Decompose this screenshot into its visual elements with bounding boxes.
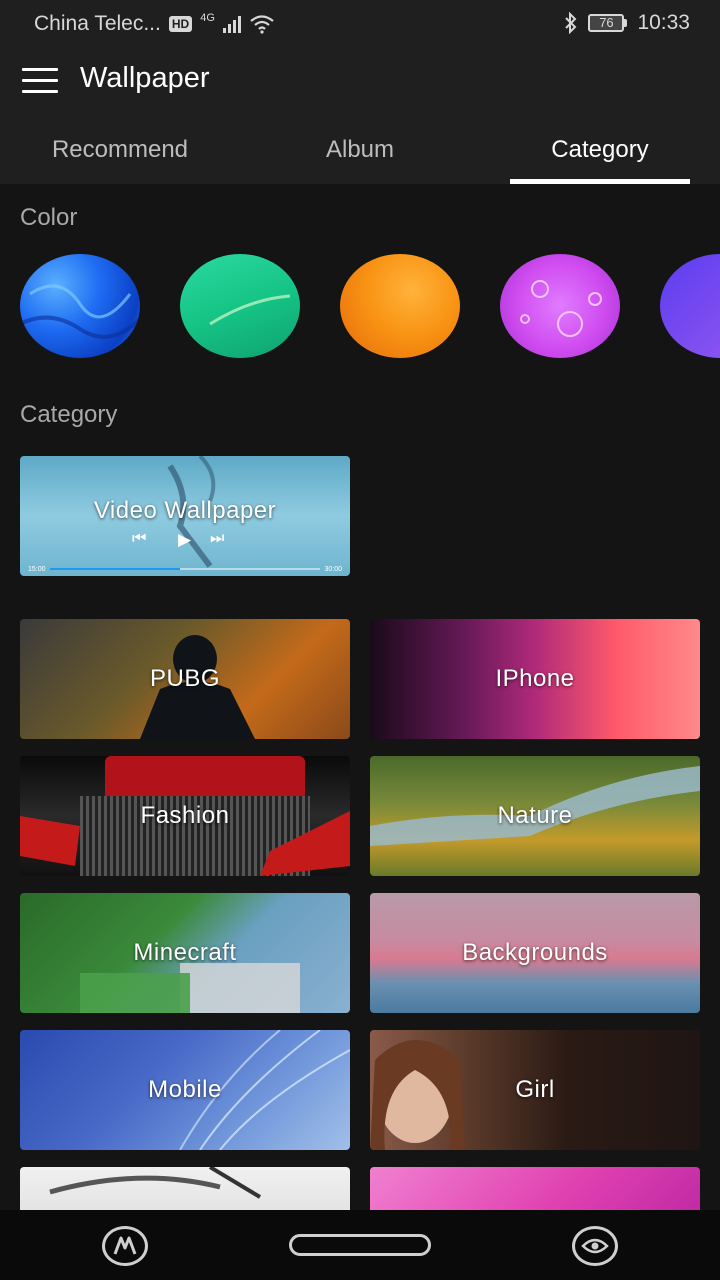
app-bar: Wallpaper Recommend Album Category (0, 48, 720, 184)
tile-label: Nature (497, 802, 573, 829)
time-start: 15:00 (28, 566, 46, 573)
wifi-icon (250, 15, 274, 34)
status-left: China Telec... HD 4G (34, 12, 275, 36)
color-swatch-orange[interactable] (340, 254, 460, 358)
hd-badge: HD (168, 16, 193, 32)
eye-icon[interactable] (572, 1226, 618, 1266)
tile-label: Backgrounds (462, 939, 608, 966)
status-bar: China Telec... HD 4G 76 10:33 (0, 0, 720, 48)
app-title: Wallpaper (80, 62, 210, 94)
tile-label: Video Wallpaper (93, 497, 277, 524)
battery-icon: 76 (588, 14, 628, 32)
app-logo-icon[interactable] (102, 1226, 148, 1266)
tile-pubg[interactable]: PUBG (20, 619, 350, 739)
color-swatch-row (20, 254, 720, 360)
previous-icon: ⏮ (132, 530, 147, 547)
tile-nature[interactable]: Nature (370, 756, 700, 876)
tile-fashion[interactable]: Fashion (20, 756, 350, 876)
tile-label: Mobile (148, 1076, 222, 1103)
tile-label: Girl (515, 1076, 555, 1103)
home-button[interactable] (289, 1234, 431, 1256)
tile-label: Minecraft (133, 939, 237, 966)
color-swatch-magenta[interactable] (500, 254, 620, 358)
tile-backgrounds[interactable]: Backgrounds (370, 893, 700, 1013)
tab-bar: Recommend Album Category (0, 128, 720, 184)
tab-recommend[interactable]: Recommend (0, 128, 240, 184)
tile-video-wallpaper[interactable]: Video Wallpaper ⏮ ▶ ⏭ 15:00 30:00 (20, 456, 350, 576)
bluetooth-icon (565, 12, 577, 34)
tile-label: Fashion (140, 802, 230, 829)
play-icon: ▶ (178, 530, 192, 549)
tab-category[interactable]: Category (480, 128, 720, 184)
tile-minecraft[interactable]: Minecraft (20, 893, 350, 1013)
color-swatch-blue[interactable] (20, 254, 140, 358)
video-progress-fill (50, 568, 180, 570)
tile-label: PUBG (149, 665, 220, 692)
tile-girl[interactable]: Girl (370, 1030, 700, 1150)
tile-label: IPhone (495, 665, 575, 692)
carrier-name: China Telec... (34, 12, 161, 35)
signal-icon (222, 15, 241, 33)
battery-level: 76 (588, 14, 625, 32)
video-player-controls: ⏮ ▶ ⏭ 15:00 30:00 (20, 526, 350, 576)
network-type: 4G (200, 12, 215, 24)
video-progress (50, 568, 320, 570)
color-section-label: Color (20, 204, 78, 231)
clock: 10:33 (637, 11, 690, 34)
tile-iphone[interactable]: IPhone (370, 619, 700, 739)
color-swatch-green[interactable] (180, 254, 300, 358)
system-nav-bar (0, 1210, 720, 1280)
color-swatch-purple[interactable] (660, 254, 720, 358)
tab-album[interactable]: Album (240, 128, 480, 184)
tile-mobile[interactable]: Mobile (20, 1030, 350, 1150)
menu-icon[interactable] (22, 68, 58, 94)
category-section-label: Category (20, 401, 118, 428)
time-end: 30:00 (324, 566, 342, 573)
status-right: 76 10:33 (564, 11, 690, 35)
next-icon: ⏭ (210, 530, 225, 547)
